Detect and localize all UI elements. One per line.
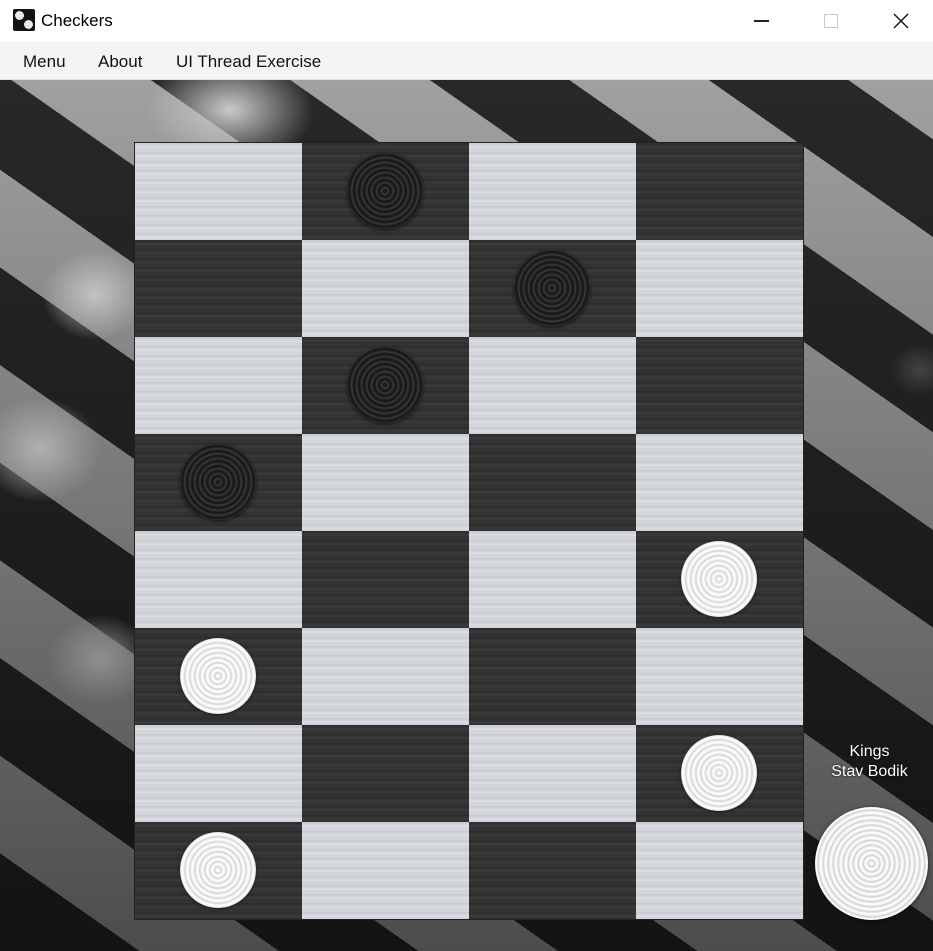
board-square[interactable] xyxy=(302,143,469,240)
board-square[interactable] xyxy=(135,822,302,919)
close-icon xyxy=(893,13,909,29)
kings-label: Kings xyxy=(849,743,890,760)
menu-bar: Menu About UI Thread Exercise xyxy=(0,42,933,80)
board-square[interactable] xyxy=(469,822,636,919)
board-square[interactable] xyxy=(135,434,302,531)
board-square[interactable] xyxy=(469,628,636,725)
close-button[interactable] xyxy=(878,0,924,42)
black-checker-piece[interactable] xyxy=(514,250,590,326)
board-square xyxy=(636,628,803,725)
board-square xyxy=(469,725,636,822)
menu-item-ui-thread-exercise[interactable]: UI Thread Exercise xyxy=(176,52,321,72)
white-checker-piece[interactable] xyxy=(180,638,256,714)
white-checker-piece[interactable] xyxy=(180,832,256,908)
black-checker-piece[interactable] xyxy=(180,444,256,520)
board-square xyxy=(135,531,302,628)
board-square xyxy=(302,628,469,725)
board-square[interactable] xyxy=(302,337,469,434)
board-square[interactable] xyxy=(636,337,803,434)
board-square xyxy=(636,434,803,531)
minimize-button[interactable] xyxy=(738,0,784,42)
board-square[interactable] xyxy=(302,531,469,628)
board-square[interactable] xyxy=(636,531,803,628)
menu-item-menu[interactable]: Menu xyxy=(23,52,66,72)
board-square[interactable] xyxy=(135,240,302,337)
board-square[interactable] xyxy=(469,434,636,531)
board-square xyxy=(469,531,636,628)
board-square xyxy=(135,143,302,240)
player-name: Stav Bodik xyxy=(831,763,908,780)
maximize-button[interactable] xyxy=(808,0,854,42)
menu-item-about[interactable]: About xyxy=(98,52,142,72)
maximize-icon xyxy=(824,14,838,28)
checkers-app-icon xyxy=(13,9,35,31)
board-square xyxy=(302,240,469,337)
title-bar: Checkers xyxy=(0,0,933,42)
board-square xyxy=(135,725,302,822)
minimize-icon xyxy=(753,20,769,22)
board-square xyxy=(469,337,636,434)
black-checker-piece[interactable] xyxy=(347,347,423,423)
board-square[interactable] xyxy=(302,725,469,822)
white-checker-piece[interactable] xyxy=(681,735,757,811)
board-square xyxy=(302,822,469,919)
board-square[interactable] xyxy=(469,240,636,337)
board-square[interactable] xyxy=(636,143,803,240)
current-turn-piece xyxy=(815,807,928,920)
board-square[interactable] xyxy=(135,628,302,725)
board-square xyxy=(302,434,469,531)
board-square xyxy=(636,240,803,337)
white-checker-piece[interactable] xyxy=(681,541,757,617)
board-square xyxy=(469,143,636,240)
checkers-board xyxy=(134,142,804,920)
game-area-background: Kings Stav Bodik xyxy=(0,80,933,951)
board-square[interactable] xyxy=(636,725,803,822)
board-square xyxy=(135,337,302,434)
black-checker-piece[interactable] xyxy=(347,153,423,229)
board-square xyxy=(636,822,803,919)
window-title: Checkers xyxy=(41,11,113,30)
